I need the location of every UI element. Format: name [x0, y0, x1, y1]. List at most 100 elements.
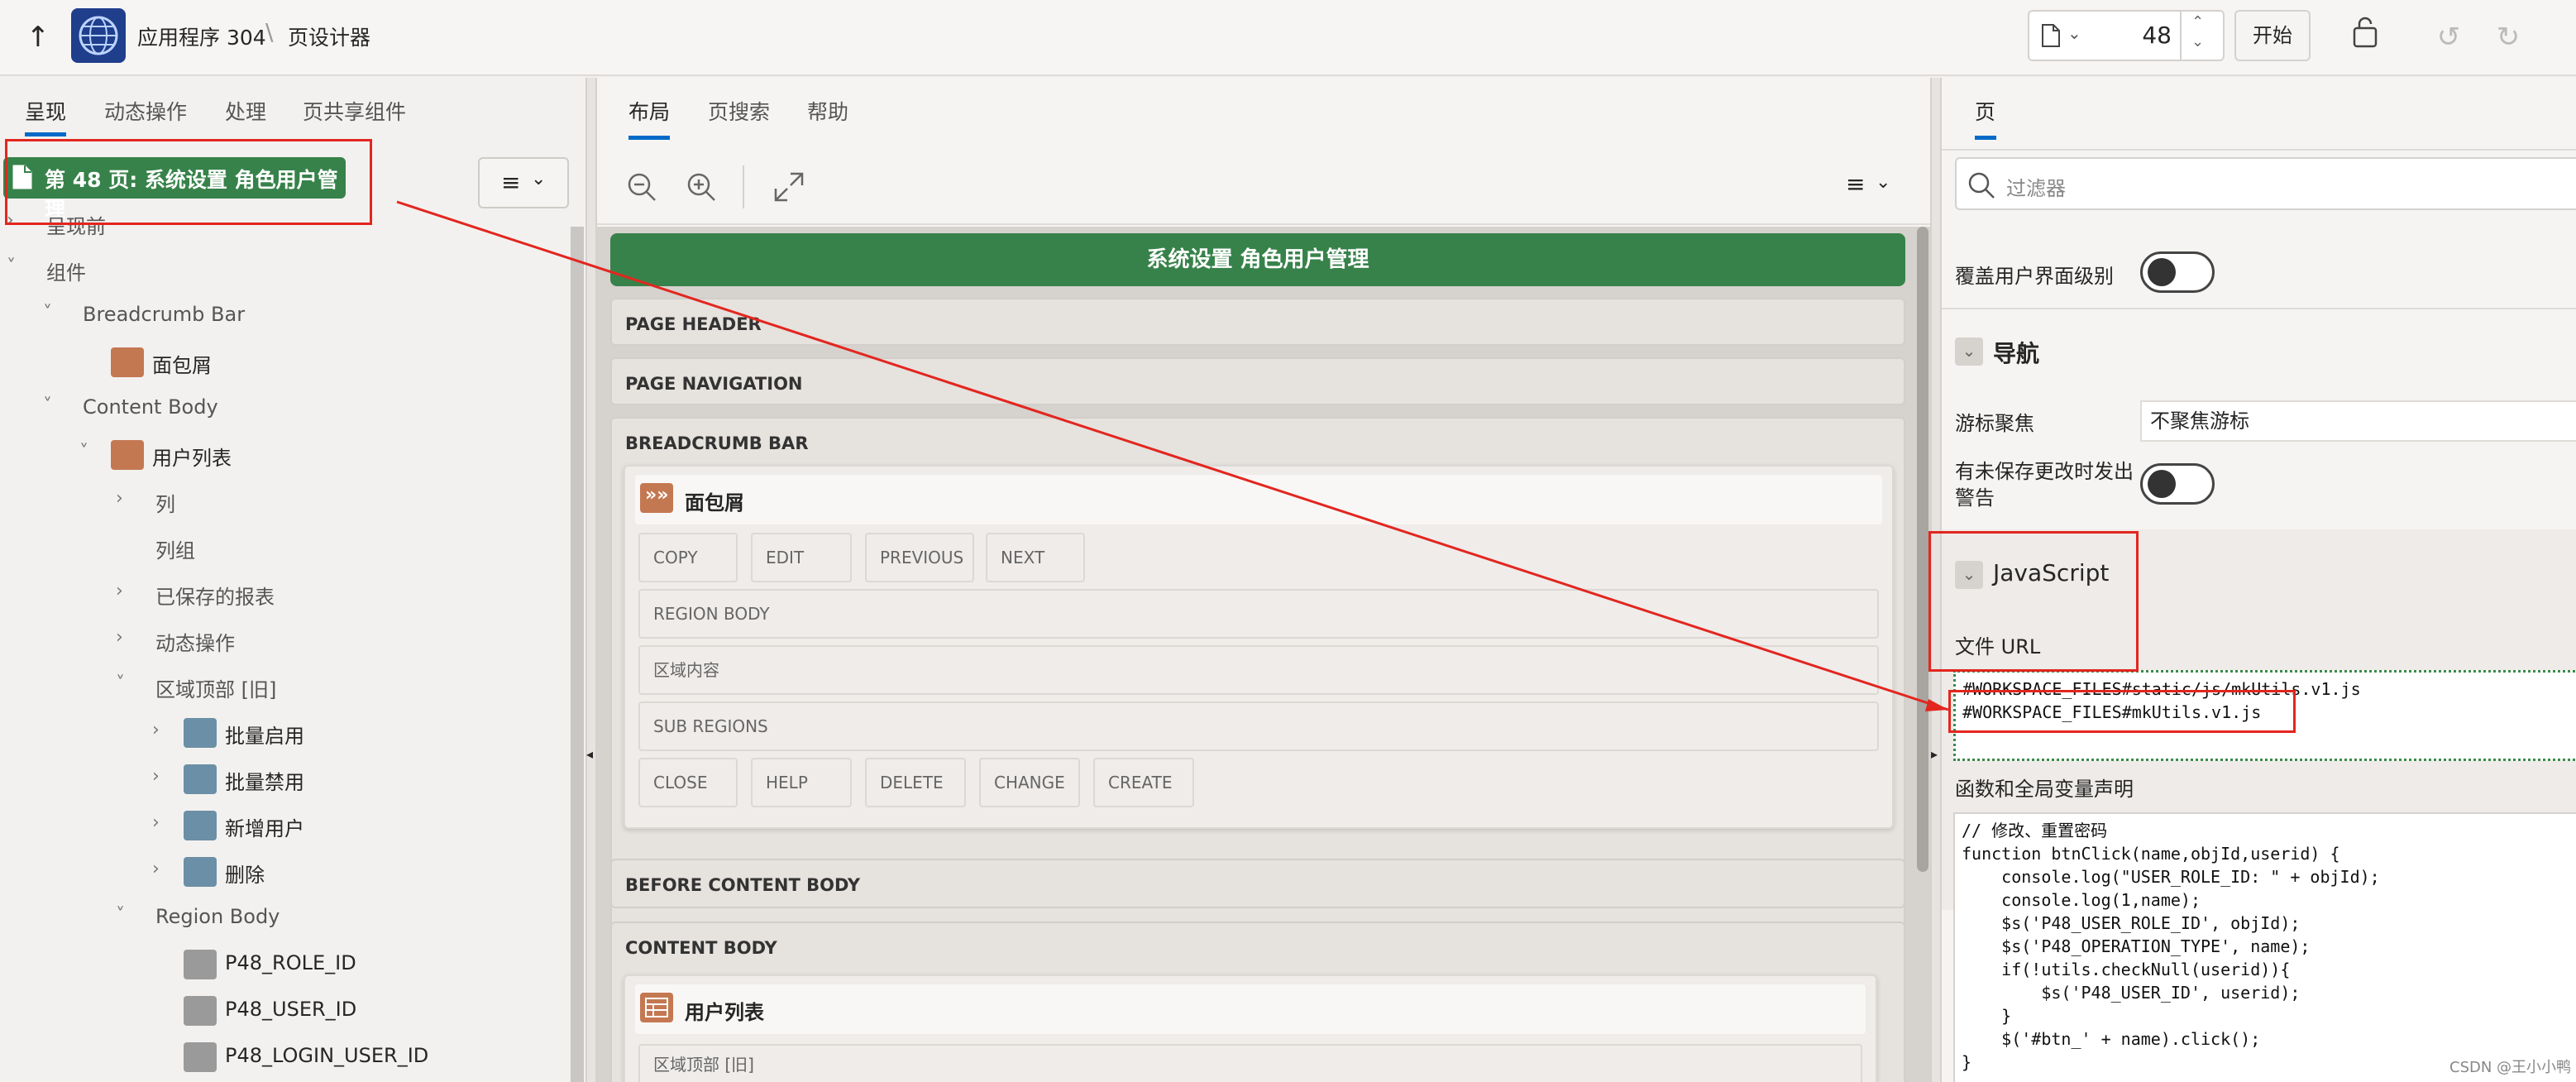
active-tab-indicator	[628, 136, 670, 140]
tree-node[interactable]: 面包屑	[0, 347, 562, 381]
tree-node[interactable]: P48_USER_ID	[0, 996, 562, 1029]
start-button[interactable]: 开始	[2234, 10, 2311, 61]
slot-region-top-legacy[interactable]: 区域顶部 [旧]	[638, 1044, 1862, 1082]
chevron-down-icon[interactable]: ˅	[79, 442, 88, 462]
chevron-right-icon[interactable]: ›	[152, 720, 160, 740]
tree-node[interactable]: ˅ 组件	[0, 255, 562, 288]
tree-node[interactable]: ˅ 用户列表	[0, 440, 562, 473]
cursor-focus-select[interactable]: 不聚焦游标	[2140, 400, 2576, 442]
undo-icon[interactable]: ↺	[2428, 17, 2469, 58]
expand-icon[interactable]	[772, 170, 805, 203]
slot-help[interactable]: HELP	[751, 758, 852, 807]
slot-close[interactable]: CLOSE	[638, 758, 738, 807]
slot-delete[interactable]: DELETE	[865, 758, 966, 807]
slot-copy[interactable]: COPY	[638, 533, 738, 582]
slot-create[interactable]: CREATE	[1093, 758, 1194, 807]
breadcrumb-region[interactable]: »» 面包屑 COPY EDIT PREVIOUS NEXT REGION BO…	[624, 465, 1894, 829]
tree-node[interactable]: ˅ Content Body	[0, 394, 562, 427]
tree-node[interactable]: › 新增用户	[0, 811, 562, 844]
slot-page-navigation[interactable]: PAGE NAVIGATION	[610, 357, 1905, 405]
slot-change[interactable]: CHANGE	[979, 758, 1080, 807]
tab-rendering[interactable]: 呈现	[25, 96, 66, 126]
page-number-input[interactable]: 48	[2125, 22, 2172, 49]
slot-edit[interactable]: EDIT	[751, 533, 852, 582]
center-scrollbar[interactable]	[1917, 227, 1928, 872]
chevron-down-icon[interactable]: ˅	[43, 395, 52, 416]
redo-icon[interactable]: ↻	[2488, 17, 2529, 58]
tree-node[interactable]: ˅ Breadcrumb Bar	[0, 301, 562, 334]
slot-before-content-body[interactable]: BEFORE CONTENT BODY	[610, 859, 1905, 908]
unsaved-warning-toggle[interactable]	[2140, 463, 2215, 505]
tree-node[interactable]: ˅ Region Body	[0, 903, 562, 936]
decrement-icon[interactable]: ⌄	[2191, 33, 2204, 50]
slot-page-header[interactable]: PAGE HEADER	[610, 298, 1905, 346]
tree-node[interactable]: › 已保存的报表	[0, 579, 562, 612]
menu-icon[interactable]: ≡	[1846, 170, 1865, 198]
lock-page-icon[interactable]	[2345, 17, 2387, 58]
override-ui-level-toggle[interactable]	[2140, 251, 2215, 293]
filter-input[interactable]: 过滤器	[1955, 157, 2576, 210]
tree-node[interactable]: › 呈现前	[0, 208, 562, 242]
chevron-right-icon[interactable]: ›	[7, 210, 14, 231]
tree-node[interactable]: › 动态操作	[0, 625, 562, 658]
tree-node[interactable]: › 批量启用	[0, 718, 562, 751]
chevron-down-icon[interactable]: ˅	[116, 673, 125, 694]
tab-dynamic-actions[interactable]: 动态操作	[104, 96, 187, 126]
app-name-link[interactable]: 应用程序 304	[137, 22, 266, 51]
tab-page[interactable]: 页	[1975, 96, 1995, 126]
chevron-right-icon[interactable]: ›	[116, 581, 123, 601]
tree-node[interactable]: › 批量禁用	[0, 764, 562, 797]
tab-help[interactable]: 帮助	[807, 96, 848, 126]
page-title-bar[interactable]: 系统设置 角色用户管理	[610, 233, 1905, 286]
tree-node-label: 呈现前	[46, 215, 106, 238]
tree-node[interactable]: › 列	[0, 486, 562, 519]
slot-region-content[interactable]: 区域内容	[638, 645, 1879, 695]
active-tab-indicator	[25, 132, 66, 136]
tree-node[interactable]: ˅ 区域顶部 [旧]	[0, 672, 562, 705]
chevron-right-icon[interactable]: ›	[116, 627, 123, 648]
left-collapse-handle[interactable]: ◂	[585, 78, 597, 1082]
chevron-down-icon[interactable]: ⌄	[2067, 23, 2081, 43]
increment-icon[interactable]: ⌃	[2191, 13, 2204, 31]
slot-previous[interactable]: PREVIOUS	[865, 533, 974, 582]
tree-node-label: 组件	[46, 261, 86, 285]
chevron-down-icon[interactable]: ⌄	[1876, 172, 1890, 193]
chevron-down-icon[interactable]: ˅	[43, 303, 52, 323]
region-title: 用户列表	[685, 1001, 764, 1024]
tree-node[interactable]: P48_ROLE_ID	[0, 950, 562, 983]
right-collapse-handle[interactable]: ▸	[1930, 78, 1942, 1082]
app-logo[interactable]	[71, 8, 126, 63]
chevron-right-icon[interactable]: ›	[116, 488, 123, 509]
zoom-out-icon[interactable]	[625, 170, 658, 203]
tree-node[interactable]: › 删除	[0, 857, 562, 890]
file-url-textarea[interactable]: #WORKSPACE_FILES#static/js/mkUtils.v1.js…	[1953, 670, 2576, 761]
page-tree-node[interactable]: 第 48 页: 系统设置 角色用户管理	[3, 157, 346, 222]
function-declaration-editor[interactable]: // 修改、重置密码 function btnClick(name,objId,…	[1953, 812, 2576, 1082]
tree-node[interactable]: P48_LOGIN_USER_ID	[0, 1042, 562, 1075]
layout-toolbar: ≡ ⌄	[597, 149, 1930, 225]
tree-node-label: 批量启用	[225, 725, 304, 748]
slot-content-body[interactable]: CONTENT BODY 用户列表 区域顶部 [旧]	[610, 922, 1905, 1082]
tree-menu-button[interactable]: ≡ ⌄	[478, 157, 569, 208]
region-header: 用户列表	[635, 984, 1866, 1034]
tree-node[interactable]: 列组	[0, 533, 562, 566]
javascript-group-header[interactable]: ⌄ JavaScript	[1942, 541, 2576, 607]
report-region[interactable]: 用户列表 区域顶部 [旧]	[624, 974, 1877, 1082]
up-arrow-icon[interactable]: ↑	[22, 17, 55, 58]
slot-next[interactable]: NEXT	[986, 533, 1085, 582]
chevron-down-icon[interactable]: ˅	[7, 256, 16, 277]
tab-layout[interactable]: 布局	[628, 96, 670, 126]
left-scrollbar[interactable]	[571, 227, 584, 1082]
chevron-right-icon[interactable]: ›	[152, 766, 160, 787]
chevron-right-icon[interactable]: ›	[152, 859, 160, 879]
zoom-in-icon[interactable]	[685, 170, 718, 203]
navigation-group-header[interactable]: ⌄ 导航	[1942, 318, 2576, 384]
tab-page-search[interactable]: 页搜索	[708, 96, 770, 126]
chevron-right-icon[interactable]: ›	[152, 812, 160, 833]
tab-processing[interactable]: 处理	[225, 96, 266, 126]
slot-region-body[interactable]: REGION BODY	[638, 589, 1879, 639]
slot-sub-regions[interactable]: SUB REGIONS	[638, 701, 1879, 751]
chevron-down-icon[interactable]: ˅	[116, 905, 125, 926]
tab-shared-components[interactable]: 页共享组件	[303, 96, 406, 126]
group-title: JavaScript	[1993, 559, 2110, 586]
